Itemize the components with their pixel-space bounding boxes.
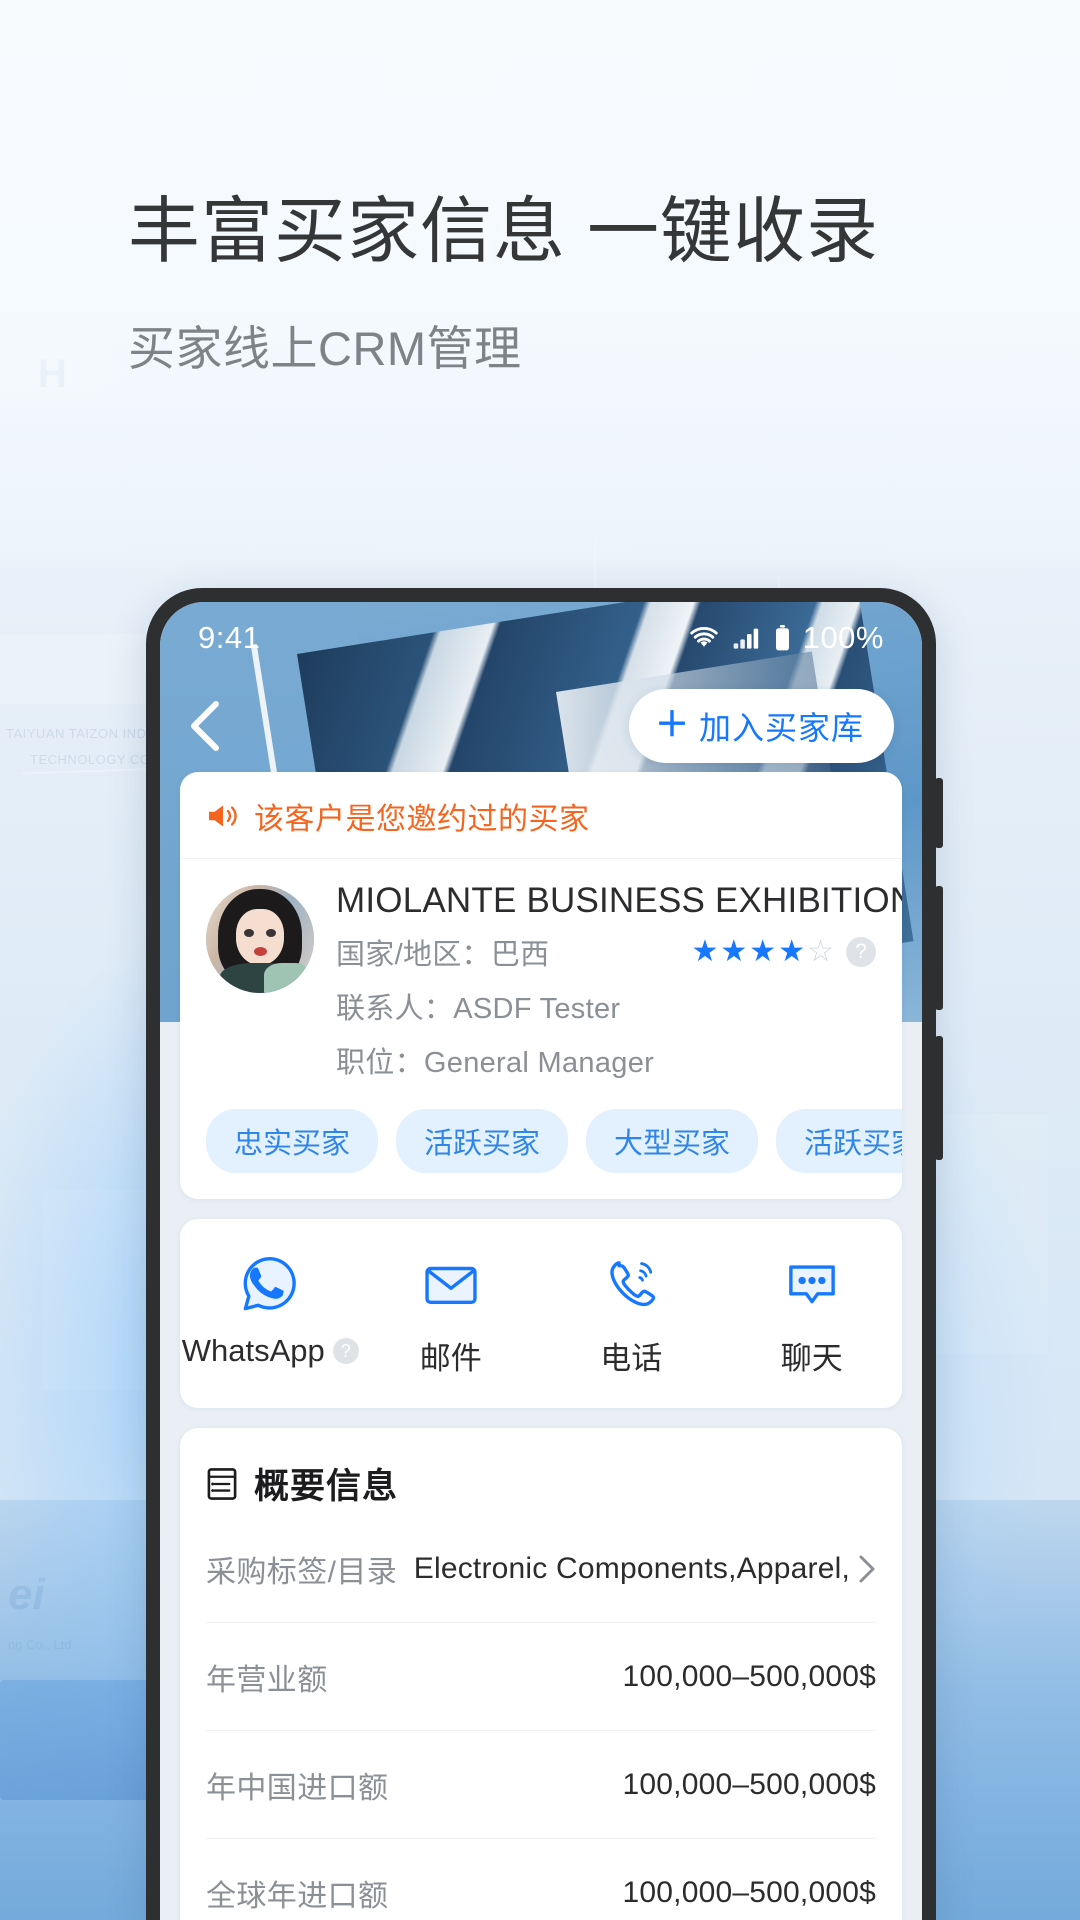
document-list-icon [207, 1467, 237, 1500]
invited-buyer-notice: 该客户是您邀约过的买家 [180, 772, 902, 859]
row-label: 采购标签/目录 [206, 1555, 398, 1589]
row-value: 100,000–500,000$ [622, 1659, 876, 1693]
summary-row-purchase-tags[interactable]: 采购标签/目录 Electronic Components,Apparel, [206, 1515, 876, 1624]
star-filled: ★ [778, 935, 806, 969]
action-whatsapp[interactable]: WhatsApp ? [180, 1253, 361, 1378]
whatsapp-help-icon[interactable]: ? [332, 1338, 359, 1365]
buyer-contact-label: 联系人： [336, 993, 454, 1026]
row-right: 100,000–500,000$ [623, 1768, 876, 1802]
star-empty: ☆ [807, 935, 834, 969]
row-value: 100,000–500,000$ [622, 1767, 876, 1801]
action-email-label: 邮件 [419, 1341, 482, 1377]
buyer-tag-list[interactable]: 忠实买家 活跃买家 大型买家 活跃买家 [180, 1087, 902, 1199]
cellular-signal-icon [733, 628, 758, 649]
row-label: 年中国进口额 [206, 1771, 389, 1805]
action-email-label-group: 邮件 [420, 1333, 482, 1378]
buyer-tag[interactable]: 大型买家 [586, 1109, 759, 1174]
background-top-fade [0, 0, 1080, 560]
buyer-contact-value: ASDF Tester [453, 993, 621, 1026]
buyer-position-label: 职位： [336, 1047, 424, 1080]
summary-rows: 采购标签/目录 Electronic Components,Apparel, 年… [180, 1515, 902, 1920]
row-right: 100,000–500,000$ [623, 1876, 876, 1910]
phone-volume-up-button[interactable] [935, 886, 943, 1010]
star-filled: ★ [691, 935, 719, 969]
whatsapp-icon [243, 1257, 296, 1311]
phone-power-button[interactable] [935, 778, 943, 848]
buyer-country-value: 巴西 [490, 939, 550, 972]
action-whatsapp-label-group: WhatsApp ? [182, 1333, 359, 1369]
avatar [206, 885, 314, 993]
battery-percent: 100% [802, 620, 884, 655]
wifi-icon [689, 627, 718, 647]
row-value: 100,000–500,000$ [622, 1875, 876, 1909]
summary-header: 概要信息 [180, 1428, 902, 1515]
action-chat-label-group: 聊天 [781, 1333, 843, 1378]
phone-volume-down-button[interactable] [935, 1036, 943, 1160]
status-time: 9:41 [198, 620, 261, 655]
star-filled: ★ [749, 935, 777, 969]
action-whatsapp-label: WhatsApp [181, 1333, 325, 1369]
action-chat[interactable]: 聊天 [722, 1253, 903, 1378]
scroll-content[interactable]: 该客户是您邀约过的买家 MIOLANTE BUSINESS EXHIBITION… [160, 772, 922, 1920]
chevron-right-icon [859, 1555, 875, 1583]
star-filled: ★ [720, 935, 748, 969]
status-bar: 9:41 100% [160, 602, 922, 674]
buyer-tag[interactable]: 活跃买家 [396, 1109, 569, 1174]
buyer-position-value: General Manager [423, 1047, 655, 1080]
buyer-country-label: 国家/地区： [336, 939, 491, 972]
invited-buyer-notice-text: 该客户是您邀约过的买家 [254, 803, 590, 836]
phone-screen: 9:41 100% ＋ 加入买家库 该客户是您邀约过的买家 MIOLANTE B… [160, 602, 922, 1920]
action-chat-label: 聊天 [780, 1341, 843, 1377]
summary-row-global-annual-import: 全球年进口额 100,000–500,000$ [206, 1839, 876, 1920]
action-phone-label-group: 电话 [600, 1333, 662, 1378]
plus-icon: ＋ [654, 706, 689, 744]
rating-help-icon[interactable]: ? [846, 937, 876, 968]
buyer-profile: MIOLANTE BUSINESS EXHIBITION 国家/地区：巴西 ★ … [180, 859, 902, 1087]
buyer-card: 该客户是您邀约过的买家 MIOLANTE BUSINESS EXHIBITION… [180, 772, 902, 1200]
buyer-tag[interactable]: 忠实买家 [206, 1109, 379, 1174]
buyer-position: 职位：General Manager [336, 1039, 876, 1081]
summary-row-annual-china-import: 年中国进口额 100,000–500,000$ [206, 1731, 876, 1840]
action-email[interactable]: 邮件 [361, 1253, 542, 1378]
nav-bar: ＋ 加入买家库 [160, 680, 922, 772]
contact-actions-card: WhatsApp ? 邮件 电话 聊天 [180, 1219, 902, 1409]
add-to-buyer-library-label: 加入买家库 [698, 710, 864, 746]
row-value: Electronic Components,Apparel, [413, 1551, 850, 1585]
summary-card: 概要信息 采购标签/目录 Electronic Components,Appar… [180, 1428, 902, 1920]
contact-actions: WhatsApp ? 邮件 电话 聊天 [180, 1219, 902, 1408]
buyer-rating[interactable]: ★ ★ ★ ★ ☆ ? [691, 935, 876, 969]
chevron-left-icon[interactable] [186, 700, 226, 752]
action-phone-label: 电话 [600, 1341, 663, 1377]
summary-title: 概要信息 [254, 1467, 399, 1507]
buyer-contact: 联系人：ASDF Tester [336, 985, 876, 1027]
row-right: 100,000–500,000$ [623, 1660, 876, 1694]
buyer-country-row: 国家/地区：巴西 ★ ★ ★ ★ ☆ ? [336, 931, 876, 973]
row-label: 全球年进口额 [206, 1879, 389, 1913]
page-title: 丰富买家信息 一键收录 [128, 192, 880, 272]
battery-icon [775, 625, 789, 651]
buyer-country: 国家/地区：巴西 [336, 931, 549, 973]
phone-mockup: 9:41 100% ＋ 加入买家库 该客户是您邀约过的买家 MIOLANTE B… [146, 588, 943, 1920]
row-right: Electronic Components,Apparel, [414, 1552, 876, 1586]
row-label: 年营业额 [206, 1663, 328, 1697]
action-phone[interactable]: 电话 [541, 1253, 722, 1378]
summary-row-annual-revenue: 年营业额 100,000–500,000$ [206, 1623, 876, 1732]
add-to-buyer-library-button[interactable]: ＋ 加入买家库 [628, 689, 894, 763]
buyer-tag[interactable]: 活跃买家 [776, 1109, 902, 1174]
megaphone-icon [209, 805, 237, 827]
phone-icon [610, 1261, 656, 1307]
page-subtitle: 买家线上CRM管理 [128, 322, 522, 375]
status-indicators: 100% [688, 620, 884, 656]
chat-icon [788, 1265, 835, 1304]
buyer-name: MIOLANTE BUSINESS EXHIBITION [336, 881, 902, 920]
buyer-details: MIOLANTE BUSINESS EXHIBITION 国家/地区：巴西 ★ … [336, 881, 902, 1081]
mail-icon [425, 1267, 477, 1305]
